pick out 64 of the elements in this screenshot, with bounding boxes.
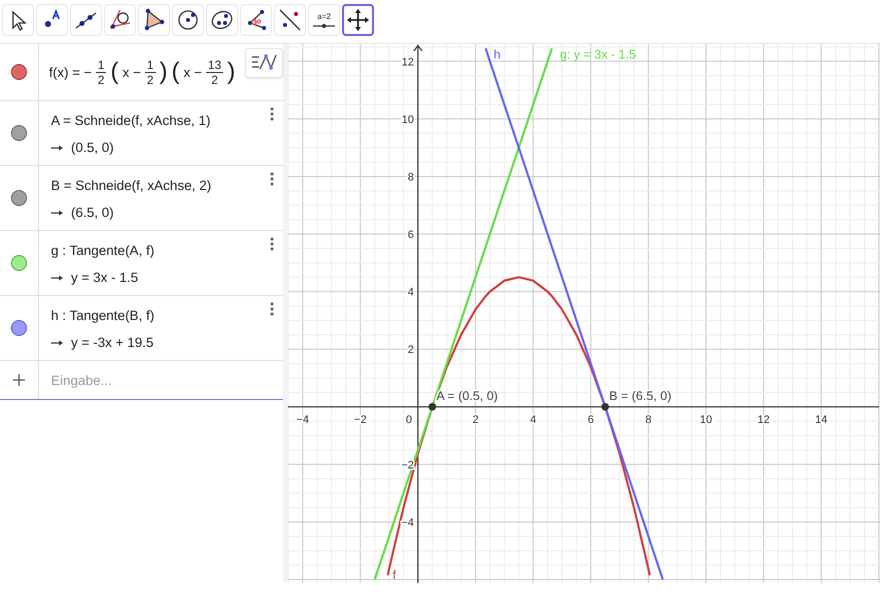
slider-icon: [313, 22, 335, 28]
arrow-icon: [51, 210, 63, 216]
tool-button[interactable]: [342, 4, 374, 36]
point-label: B = (6.5, 0): [609, 388, 672, 403]
x-tick-label: 2: [472, 414, 479, 426]
y-tick-label: −4: [401, 516, 414, 529]
definition-text: g : Tangente(A, f): [51, 243, 156, 258]
x-tick-label: 14: [815, 414, 828, 426]
y-tick-label: 4: [408, 286, 414, 299]
value-text: y = -3x + 19.5: [71, 335, 154, 350]
x-tick-label: −4: [296, 414, 309, 426]
input-field[interactable]: Eingabe...: [39, 361, 283, 399]
definition-text: h : Tangente(B, f): [51, 308, 156, 323]
tool-button[interactable]: a=2: [308, 4, 340, 36]
arrow-icon: [51, 274, 63, 280]
x-tick-label: 0: [406, 414, 412, 426]
graph-label: g: y = 3x - 1.5: [560, 47, 636, 62]
visibility-dot[interactable]: [11, 255, 27, 271]
arrow-icon: [51, 340, 63, 346]
fraction: 13 2: [206, 58, 224, 86]
point-marker[interactable]: [601, 403, 609, 411]
y-tick-label: 6: [408, 229, 414, 242]
graph-label: h: [494, 47, 501, 62]
graph-label: f: [392, 568, 396, 582]
parenthesis: ): [160, 60, 168, 84]
x-tick-label: 4: [530, 414, 536, 426]
graph-lines-icon: [251, 52, 277, 72]
x-tick-label: 8: [645, 414, 652, 426]
line-and-points-icon: [277, 7, 303, 33]
more-menu-icon[interactable]: [270, 302, 274, 316]
formula-text: x −: [184, 64, 202, 80]
visibility-dot[interactable]: [11, 190, 27, 206]
value-text: y = 3x - 1.5: [71, 270, 138, 285]
y-tick-label: 10: [402, 114, 414, 126]
x-tick-label: 6: [588, 414, 594, 426]
fraction: 1 2: [144, 58, 156, 86]
formula-text: x −: [122, 64, 141, 80]
visibility-dot[interactable]: [11, 64, 27, 80]
style-bar-button[interactable]: [245, 48, 283, 78]
parenthesis: (: [110, 60, 118, 84]
definition-text: A = Schneide(f, xAchse, 1): [51, 113, 212, 128]
x-tick-label: 10: [700, 414, 712, 426]
y-tick-label: 12: [402, 56, 414, 68]
point-label: A = (0.5, 0): [436, 388, 498, 403]
parenthesis: ): [227, 60, 236, 84]
visibility-dot[interactable]: [11, 320, 27, 336]
plus-icon[interactable]: [13, 374, 25, 386]
fraction: 1 2: [96, 58, 106, 86]
more-menu-icon[interactable]: [270, 172, 274, 186]
x-tick-label: −2: [354, 414, 367, 426]
formula-text: f(x) = −: [49, 64, 92, 80]
point-marker[interactable]: [428, 403, 436, 411]
y-tick-label: 2: [408, 344, 414, 356]
more-menu-icon[interactable]: [270, 107, 274, 121]
value-text: (0.5, 0): [71, 140, 114, 155]
y-tick-label: 8: [408, 171, 414, 184]
value-text: (6.5, 0): [71, 205, 114, 220]
parenthesis: (: [172, 60, 180, 84]
more-menu-icon[interactable]: [270, 237, 274, 251]
visibility-dot[interactable]: [11, 125, 27, 141]
definition-text: B = Schneide(f, xAchse, 2): [51, 178, 212, 193]
x-tick-label: 12: [758, 414, 770, 426]
move-arrows-icon: [345, 7, 371, 33]
arrow-icon: [51, 144, 63, 150]
